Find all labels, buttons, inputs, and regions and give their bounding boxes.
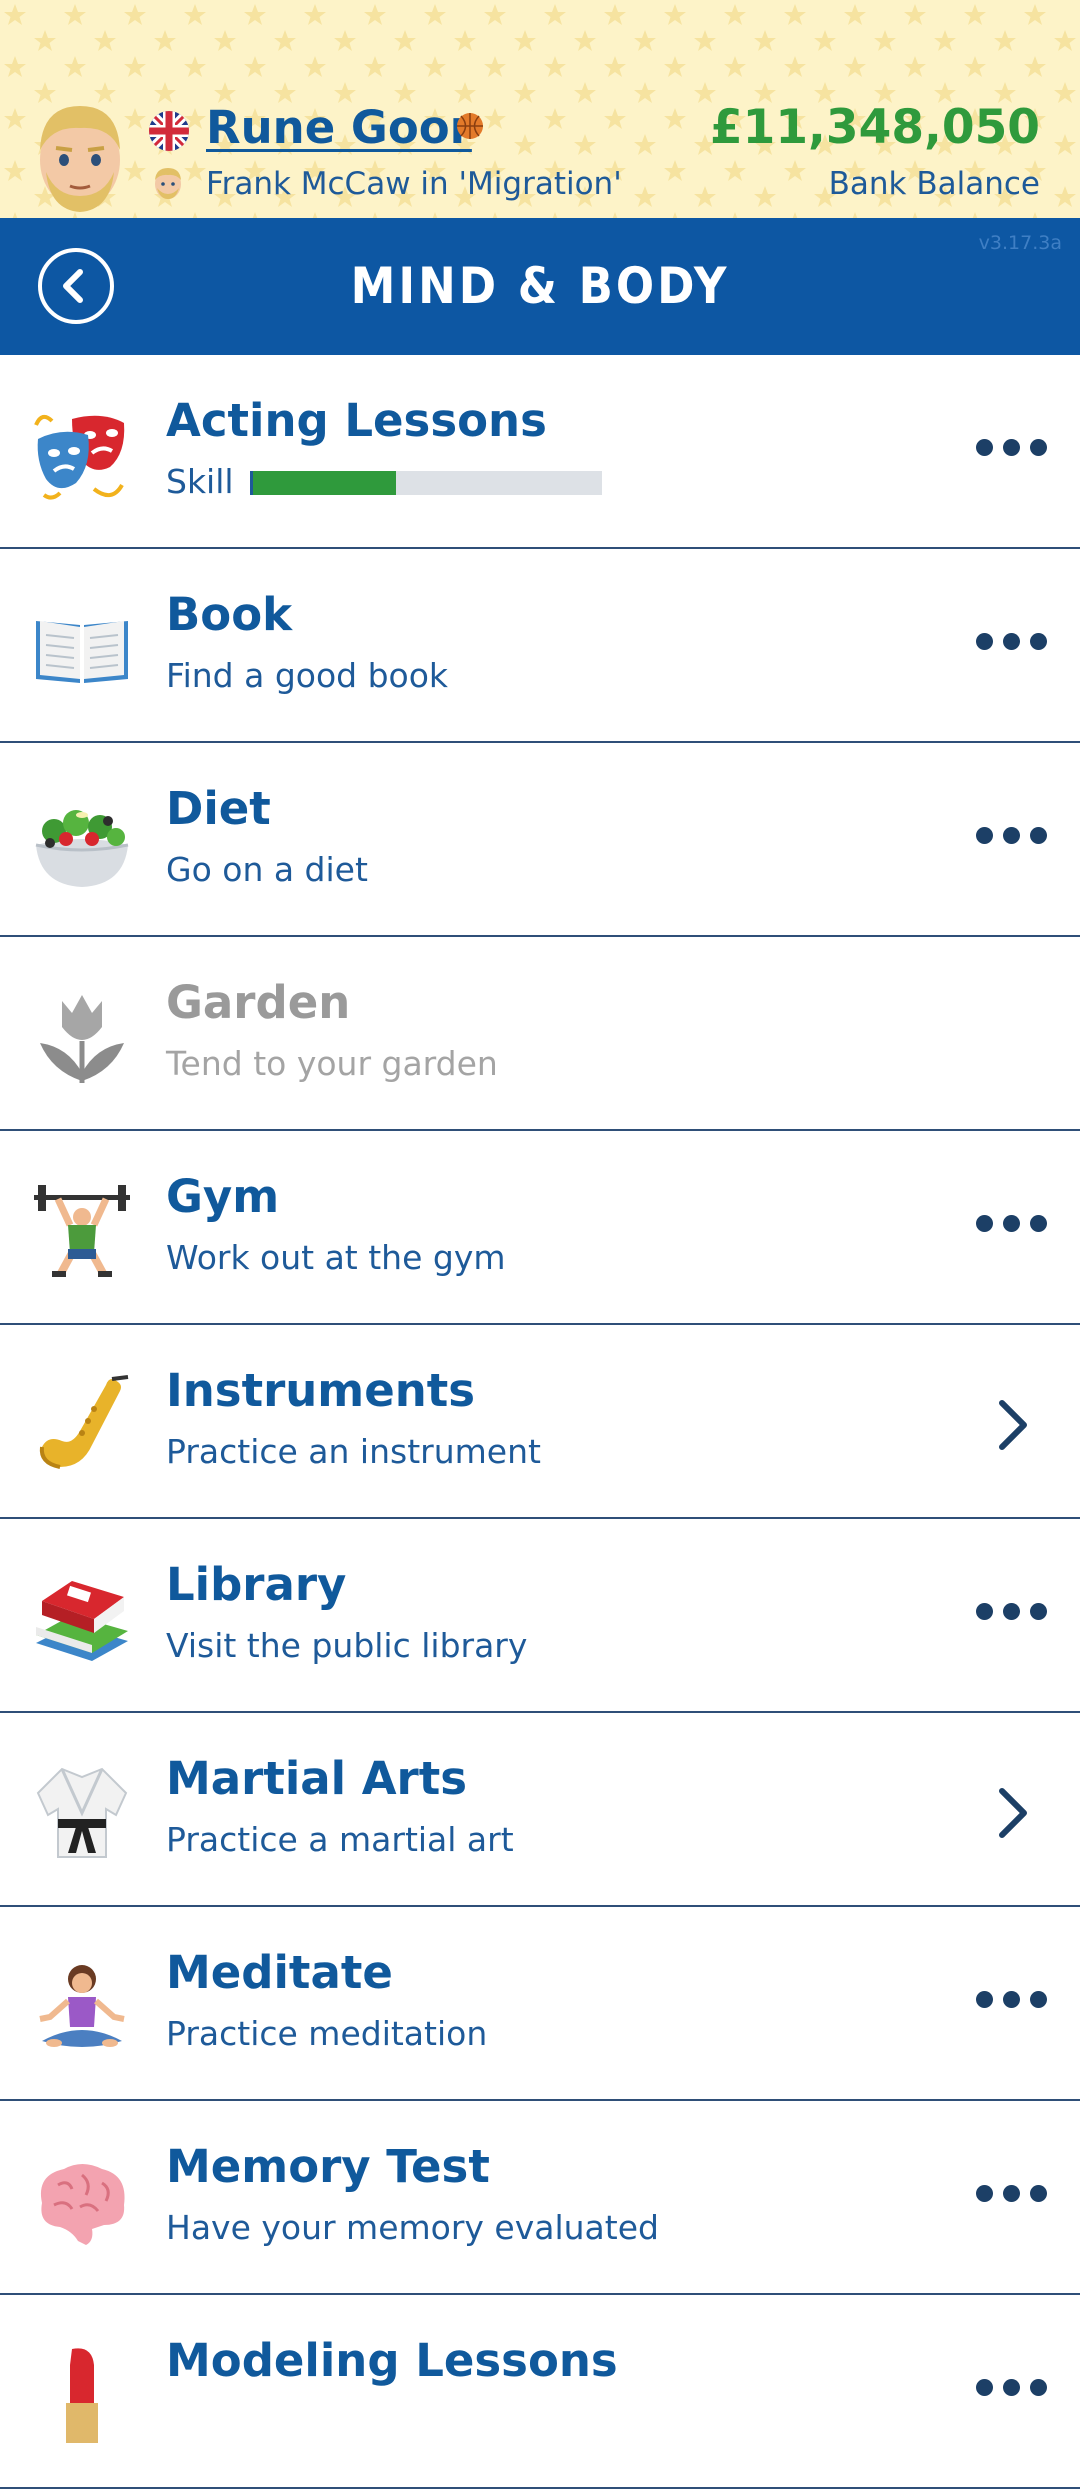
- activity-description: Find a good book: [166, 656, 449, 695]
- open-book-icon: [36, 621, 128, 683]
- list-item-memory-test[interactable]: Memory Test Have your memory evaluated: [0, 2101, 1080, 2295]
- player-avatar-icon[interactable]: [32, 98, 128, 218]
- activity-name: Meditate: [166, 1946, 393, 1999]
- player-subline: Frank McCaw in 'Migration': [206, 166, 622, 202]
- page-title: Mind & Body: [350, 257, 730, 315]
- activity-description: Practice a martial art: [166, 1820, 514, 1859]
- activity-name: Instruments: [166, 1364, 476, 1417]
- activity-name: Martial Arts: [166, 1752, 468, 1805]
- martial-arts-uniform-icon: [36, 1767, 128, 1858]
- more-options-icon[interactable]: [976, 2185, 1048, 2205]
- more-options-icon[interactable]: [976, 2379, 1048, 2399]
- activity-name: Acting Lessons: [166, 394, 547, 447]
- list-item-martial-arts[interactable]: Martial Arts Practice a martial art: [0, 1713, 1080, 1907]
- more-options-icon[interactable]: [976, 633, 1048, 653]
- more-options-icon[interactable]: [976, 1991, 1048, 2011]
- activity-description: Practice meditation: [166, 2014, 488, 2053]
- list-item-diet[interactable]: Diet Go on a diet: [0, 743, 1080, 937]
- bank-balance-label: Bank Balance: [828, 166, 1040, 202]
- activity-name: Memory Test: [166, 2140, 490, 2193]
- activity-name: Modeling Lessons: [166, 2334, 618, 2387]
- skill-label: Skill: [166, 462, 234, 501]
- meditation-icon: [39, 1965, 125, 2047]
- list-item-modeling-lessons[interactable]: Modeling Lessons: [0, 2295, 1080, 2489]
- activity-name: Garden: [166, 976, 351, 1029]
- more-options-icon[interactable]: [976, 1603, 1048, 1623]
- salad-icon: [35, 810, 129, 887]
- status-header: Rune Goor Frank McCaw in 'Migration' £11…: [0, 0, 1080, 218]
- list-item-acting-lessons[interactable]: Acting Lessons Skill: [0, 355, 1080, 549]
- activity-description: Work out at the gym: [166, 1238, 506, 1277]
- activity-description: Visit the public library: [166, 1626, 528, 1665]
- tulip-icon: [40, 995, 124, 1083]
- theater-masks-icon: [34, 414, 125, 500]
- basketball-icon: [457, 113, 483, 139]
- bank-balance-amount: £11,348,050: [709, 100, 1040, 155]
- list-item-meditate[interactable]: Meditate Practice meditation: [0, 1907, 1080, 2101]
- activity-name: Book: [166, 588, 293, 641]
- more-options-icon[interactable]: [976, 1215, 1048, 1235]
- chevron-right-icon[interactable]: [992, 1397, 1032, 1453]
- lipstick-icon: [66, 2348, 98, 2443]
- activity-name: Gym: [166, 1170, 280, 1223]
- uk-flag-icon: [149, 111, 189, 151]
- activity-description: Practice an instrument: [166, 1432, 541, 1471]
- activity-list: Acting Lessons Skill Book Find a good bo…: [0, 355, 1080, 2489]
- chevron-right-icon[interactable]: [992, 1785, 1032, 1841]
- books-icon: [36, 1581, 128, 1661]
- brain-icon: [40, 2164, 125, 2245]
- list-item-instruments[interactable]: Instruments Practice an instrument: [0, 1325, 1080, 1519]
- title-bar: Mind & Body v3.17.3a: [0, 218, 1080, 355]
- activity-description: Tend to your garden: [166, 1044, 498, 1083]
- skill-progress-fill: [253, 471, 397, 495]
- player-name-link[interactable]: Rune Goor: [206, 98, 472, 158]
- list-item-gym[interactable]: Gym Work out at the gym: [0, 1131, 1080, 1325]
- more-options-icon[interactable]: [976, 827, 1048, 847]
- activity-description: Go on a diet: [166, 850, 368, 889]
- list-item-garden: Garden Tend to your garden: [0, 937, 1080, 1131]
- activity-name: Library: [166, 1558, 347, 1611]
- activity-description: Have your memory evaluated: [166, 2208, 659, 2247]
- list-item-book[interactable]: Book Find a good book: [0, 549, 1080, 743]
- weightlifter-icon: [34, 1185, 130, 1277]
- more-options-icon[interactable]: [976, 439, 1048, 459]
- skill-progress-bar: [250, 471, 602, 495]
- list-item-library[interactable]: Library Visit the public library: [0, 1519, 1080, 1713]
- version-label: v3.17.3a: [978, 232, 1062, 254]
- character-face-icon: [155, 168, 181, 199]
- activity-name: Diet: [166, 782, 271, 835]
- saxophone-icon: [39, 1375, 129, 1469]
